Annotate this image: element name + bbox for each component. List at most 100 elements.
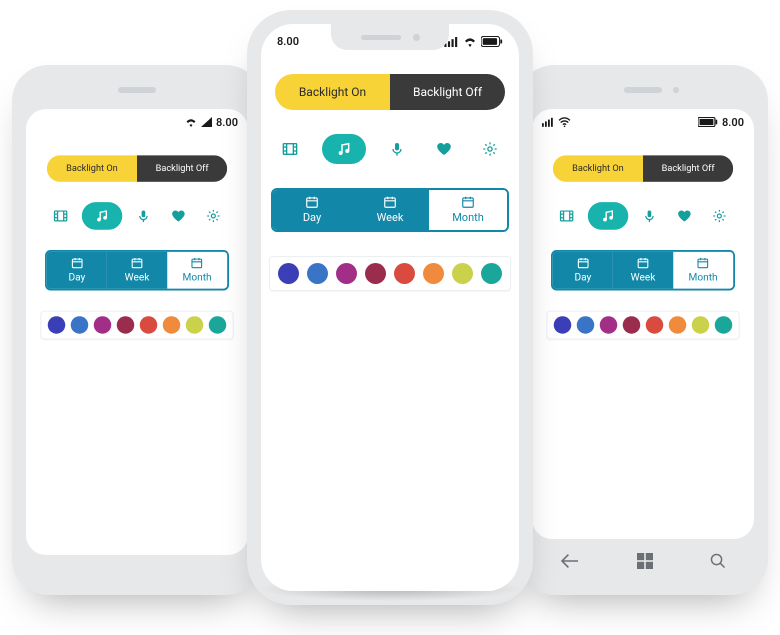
film-icon-button[interactable] [553, 202, 581, 230]
color-swatch-4[interactable] [394, 263, 415, 284]
color-swatch-3[interactable] [623, 316, 640, 333]
gear-icon-button[interactable] [200, 202, 228, 230]
nav-back-button[interactable] [560, 553, 580, 569]
color-swatch-2[interactable] [336, 263, 357, 284]
device-android: 8.00 Backlight OnBacklight OffDayWeekMon… [12, 65, 262, 595]
heart-icon-button[interactable] [671, 202, 699, 230]
music-icon [95, 209, 110, 224]
app-content: Backlight OnBacklight Off Day Week Month [541, 135, 745, 356]
backlight-off-button[interactable]: Backlight Off [390, 74, 505, 110]
app-content: Backlight OnBacklight Off DayWeek Month [261, 56, 519, 309]
calendar-icon [636, 256, 651, 269]
backlight-toggle: Backlight OnBacklight Off [47, 155, 227, 182]
color-swatch-1[interactable] [71, 316, 88, 333]
music-icon-button[interactable] [588, 202, 628, 230]
view-day-button[interactable]: Day [47, 252, 107, 289]
film-icon [282, 141, 298, 157]
view-month-button[interactable]: Month [429, 190, 507, 230]
status-time: 8.00 [722, 116, 744, 129]
calendar-icon [70, 256, 85, 269]
status-bar: 8.00 [532, 109, 754, 135]
media-icon-row [47, 202, 227, 230]
mic-icon [642, 209, 657, 224]
backlight-toggle: Backlight OnBacklight Off [275, 74, 505, 110]
backlight-on-button[interactable]: Backlight On [553, 155, 643, 182]
color-swatch-row [546, 311, 739, 340]
color-swatch-2[interactable] [94, 316, 111, 333]
color-swatch-4[interactable] [646, 316, 663, 333]
wifi-icon [463, 37, 477, 47]
color-swatch-1[interactable] [307, 263, 328, 284]
calendar-icon [460, 195, 476, 209]
heart-icon-button[interactable] [165, 202, 193, 230]
view-week-button[interactable]: Week [107, 252, 167, 289]
view-week-button[interactable]: Week [613, 252, 673, 289]
backlight-on-button[interactable]: Backlight On [47, 155, 137, 182]
heart-icon [436, 141, 452, 157]
film-icon [559, 209, 574, 224]
view-week-button[interactable]: Week [351, 190, 429, 230]
device-windows: 8.00 Backlight OnBacklight Off Day Week Mon… [518, 65, 768, 595]
film-icon-button[interactable] [47, 202, 75, 230]
music-icon [336, 141, 352, 157]
color-swatch-6[interactable] [692, 316, 709, 333]
calendar-view-segment: Day Week Month [551, 250, 735, 290]
color-swatch-2[interactable] [600, 316, 617, 333]
color-swatch-0[interactable] [278, 263, 299, 284]
film-icon-button[interactable] [275, 134, 305, 164]
signal-icon [201, 117, 212, 127]
media-icon-row [553, 202, 733, 230]
mic-icon-button[interactable] [636, 202, 664, 230]
windows-nav-bar [532, 541, 754, 581]
gear-icon-button[interactable] [475, 134, 505, 164]
backlight-off-button[interactable]: Backlight Off [137, 155, 227, 182]
view-day-button[interactable]: Day [273, 190, 351, 230]
color-swatch-1[interactable] [577, 316, 594, 333]
color-swatch-0[interactable] [554, 316, 571, 333]
wifi-icon [185, 117, 197, 127]
nav-start-button[interactable] [637, 553, 653, 569]
calendar-icon [304, 195, 320, 209]
app-content: Backlight OnBacklight Off Day Week Month [35, 135, 239, 356]
gear-icon-button[interactable] [706, 202, 734, 230]
heart-icon [171, 209, 186, 224]
view-label: Month [452, 211, 484, 224]
backlight-on-button[interactable]: Backlight On [275, 74, 390, 110]
gear-icon [482, 141, 498, 157]
color-swatch-3[interactable] [365, 263, 386, 284]
mic-icon-button[interactable] [382, 134, 412, 164]
device-ios: 8.00 Backlight OnBacklight Off DayWeek Mon… [247, 10, 533, 605]
color-swatch-6[interactable] [186, 316, 203, 333]
calendar-icon [190, 256, 205, 269]
color-swatch-row [269, 256, 511, 291]
color-swatch-6[interactable] [452, 263, 473, 284]
music-icon-button[interactable] [322, 134, 366, 164]
color-swatch-5[interactable] [423, 263, 444, 284]
music-icon-button[interactable] [82, 202, 122, 230]
color-swatch-row [40, 311, 233, 340]
view-day-button[interactable]: Day [553, 252, 613, 289]
color-swatch-7[interactable] [715, 316, 732, 333]
color-swatch-3[interactable] [117, 316, 134, 333]
battery-icon [698, 117, 718, 127]
status-time: 8.00 [277, 35, 299, 48]
view-month-button[interactable]: Month [673, 252, 733, 289]
color-swatch-5[interactable] [669, 316, 686, 333]
mic-icon-button[interactable] [130, 202, 158, 230]
color-swatch-4[interactable] [140, 316, 157, 333]
media-icon-row [275, 134, 505, 164]
view-label: Week [125, 271, 150, 283]
backlight-off-button[interactable]: Backlight Off [643, 155, 733, 182]
film-icon [53, 209, 68, 224]
color-swatch-7[interactable] [481, 263, 502, 284]
calendar-view-segment: DayWeek Month [271, 188, 509, 232]
calendar-icon [130, 256, 145, 269]
nav-search-button[interactable] [710, 553, 726, 569]
color-swatch-0[interactable] [48, 316, 65, 333]
view-month-button[interactable]: Month [167, 252, 227, 289]
color-swatch-5[interactable] [163, 316, 180, 333]
color-swatch-7[interactable] [209, 316, 226, 333]
view-label: Week [631, 271, 656, 283]
heart-icon-button[interactable] [429, 134, 459, 164]
view-label: Month [183, 271, 212, 283]
